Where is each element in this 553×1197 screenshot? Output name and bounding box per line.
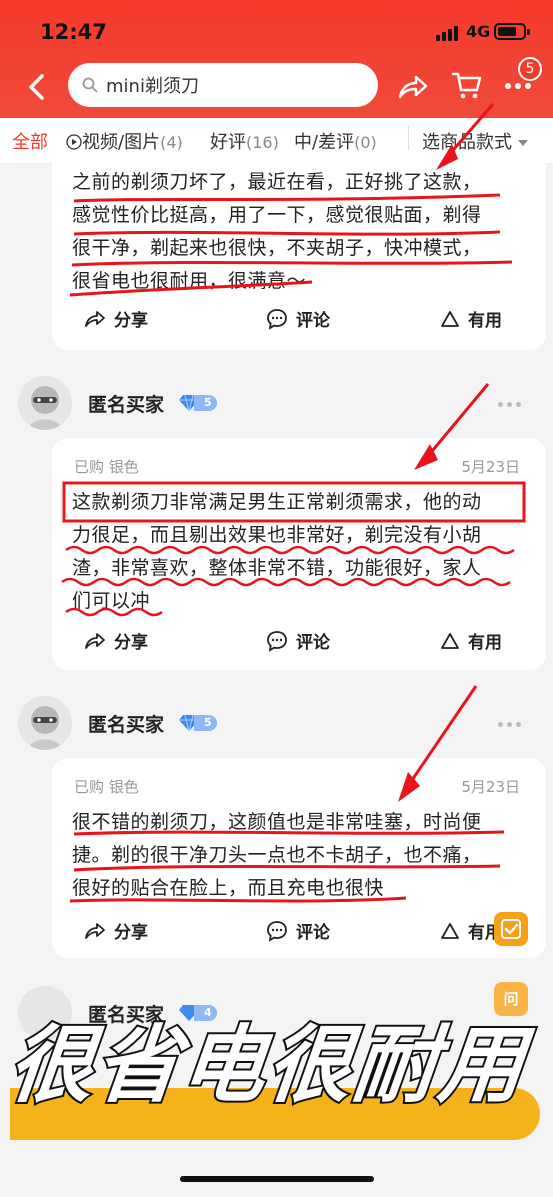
status-bar: 12:47 4G	[0, 0, 553, 60]
review-line: 很干净，剃起来也很快，不夹胡子，快冲模式，	[72, 237, 482, 259]
share-review-button[interactable]: 分享	[84, 306, 148, 331]
more-button[interactable]	[505, 80, 535, 92]
review-actions: 分享 评论 有用	[52, 912, 546, 952]
review-line: 这款剃须刀非常满足男生正常剃须需求，他的动	[72, 491, 482, 513]
comment-label: 评论	[296, 311, 330, 331]
review-line: 渣，非常喜欢，整体非常不错，功能很好，家人	[72, 557, 482, 579]
tab-label: 全部	[12, 132, 48, 153]
review-actions: 分享 评论 有用	[52, 622, 546, 662]
avatar[interactable]	[18, 696, 72, 750]
network-label: 4G	[466, 22, 491, 41]
review-line: 力很足，而且剔出效果也非常好，剃完没有小胡	[72, 524, 482, 546]
floating-checkbox-button[interactable]	[494, 912, 528, 946]
review-line: 很省电也很耐用，很满意～	[72, 270, 307, 292]
review-line: 很不错的剃须刀，这颜值也是非常哇塞，时尚便	[72, 811, 482, 833]
share-icon	[85, 632, 105, 649]
review-line: 之前的剃须刀坏了，最近在看，正好挑了这款，	[72, 171, 482, 193]
share-label: 分享	[114, 311, 148, 331]
comment-button[interactable]: 评论	[266, 628, 330, 653]
comment-button[interactable]: 评论	[266, 306, 330, 331]
review-line: 捷。剃的很干净刀头一点也不卡胡子，也不痛，	[72, 844, 482, 866]
check-icon	[501, 919, 521, 939]
purchase-info: 已购 银色	[74, 778, 139, 796]
review-card: 之前的剃须刀坏了，最近在看，正好挑了这款， 感觉性价比挺高，用了一下，感觉很贴面…	[52, 150, 546, 350]
notification-badge: 5	[518, 57, 542, 81]
share-review-button[interactable]: 分享	[84, 918, 148, 943]
top-header: 12:47 4G mini剃须刀 5	[0, 0, 553, 118]
share-label: 分享	[114, 633, 148, 653]
review-card: 已购 银色 5月23日 这款剃须刀非常满足男生正常剃须需求，他的动 力很足，而且…	[52, 438, 546, 670]
user-level-badge: 5	[178, 713, 217, 733]
share-icon	[85, 922, 105, 939]
back-button[interactable]	[22, 70, 52, 104]
triangle-icon	[441, 632, 459, 649]
more-options-button[interactable]	[498, 722, 521, 727]
play-icon	[66, 134, 82, 150]
review-text: 这款剃须刀非常满足男生正常剃须需求，他的动 力很足，而且剔出效果也非常好，剃完没…	[72, 486, 532, 618]
review-card: 已购 银色 5月23日 很不错的剃须刀，这颜值也是非常哇塞，时尚便 捷。剃的很干…	[52, 758, 546, 958]
useful-button[interactable]: 有用	[440, 918, 502, 943]
cart-button[interactable]	[450, 68, 484, 102]
useful-label: 有用	[468, 311, 502, 331]
anonymous-avatar-icon	[28, 386, 62, 430]
user-level: 5	[194, 715, 217, 731]
review-line: 很好的贴合在脸上，而且充电也很快	[72, 877, 385, 899]
search-icon	[82, 77, 98, 93]
search-query: mini剃须刀	[106, 76, 199, 97]
purchase-info: 已购 银色	[74, 458, 139, 476]
comment-icon	[267, 920, 287, 942]
review-line: 们可以冲	[72, 590, 151, 612]
review-actions: 分享 评论 有用	[52, 300, 546, 340]
share-button[interactable]	[396, 70, 430, 104]
share-icon	[85, 310, 105, 327]
user-level-badge: 5	[178, 393, 217, 413]
reviewer-name[interactable]: 匿名买家	[88, 710, 164, 737]
useful-button[interactable]: 有用	[440, 628, 502, 653]
chevron-left-icon	[29, 74, 44, 100]
reviewer-row: 匿名买家 5	[0, 696, 553, 756]
cart-icon	[451, 72, 482, 99]
anonymous-avatar-icon	[28, 706, 62, 750]
comment-label: 评论	[296, 923, 330, 943]
review-line: 感觉性价比挺高，用了一下，感觉很贴面，剃得	[72, 204, 482, 226]
comment-icon	[267, 630, 287, 652]
share-icon	[398, 75, 428, 99]
share-label: 分享	[114, 923, 148, 943]
more-options-button[interactable]	[498, 402, 521, 407]
useful-label: 有用	[468, 633, 502, 653]
review-date: 5月23日	[461, 458, 520, 476]
triangle-icon	[441, 922, 459, 939]
review-text: 很不错的剃须刀，这颜值也是非常哇塞，时尚便 捷。剃的很干净刀头一点也不卡胡子，也…	[72, 806, 532, 905]
avatar[interactable]	[18, 376, 72, 430]
search-input[interactable]: mini剃须刀	[68, 63, 378, 107]
tab-all[interactable]: 全部	[12, 128, 48, 154]
review-date: 5月23日	[461, 778, 520, 796]
comment-button[interactable]: 评论	[266, 918, 330, 943]
home-indicator[interactable]	[180, 1176, 374, 1182]
user-level: 5	[194, 395, 217, 411]
reviewer-name[interactable]: 匿名买家	[88, 390, 164, 417]
battery-icon	[494, 23, 530, 40]
chevron-down-icon	[518, 140, 528, 146]
triangle-icon	[441, 310, 459, 327]
reviewer-row: 匿名买家 5	[0, 376, 553, 436]
video-caption: 很省电很耐用	[2, 1014, 532, 1116]
comment-label: 评论	[296, 633, 330, 653]
signal-icon	[436, 26, 458, 41]
useful-button[interactable]: 有用	[440, 306, 502, 331]
status-time: 12:47	[40, 20, 107, 44]
share-review-button[interactable]: 分享	[84, 628, 148, 653]
review-text: 之前的剃须刀坏了，最近在看，正好挑了这款， 感觉性价比挺高，用了一下，感觉很贴面…	[72, 166, 532, 298]
comment-icon	[267, 308, 287, 330]
